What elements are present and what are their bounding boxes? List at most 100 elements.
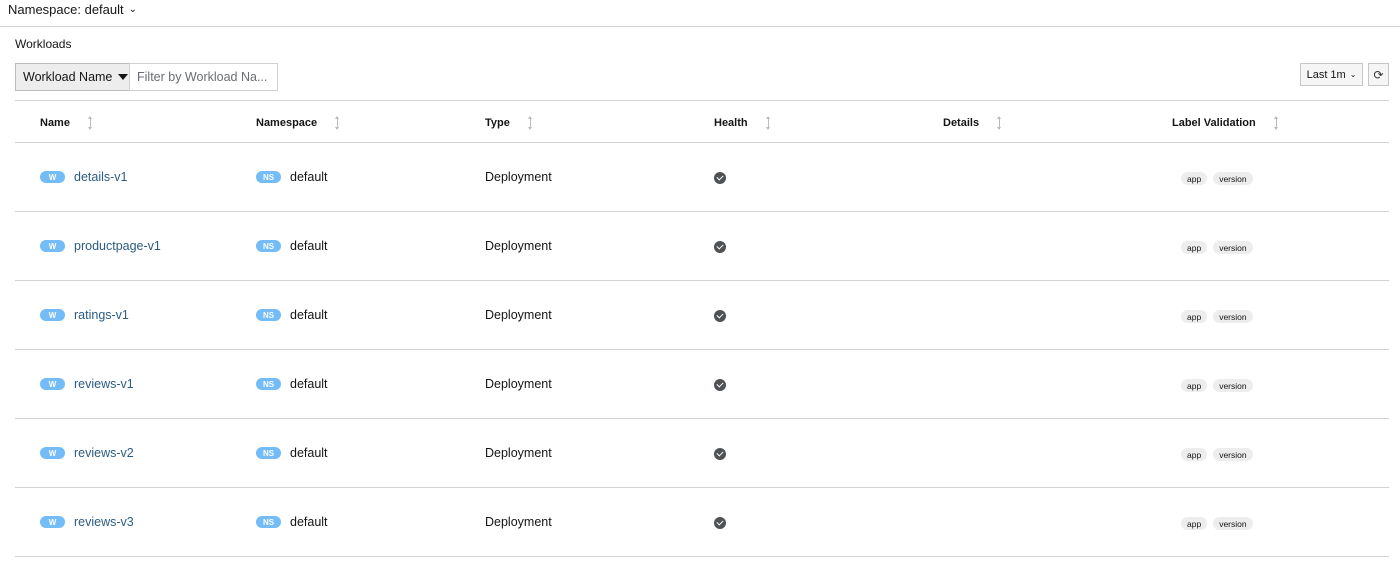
label-validation: app version xyxy=(1181,379,1259,392)
time-range-dropdown[interactable]: Last 1m ⌄ xyxy=(1300,63,1363,86)
page-title: Workloads xyxy=(15,37,72,51)
name-cell: W reviews-v3 xyxy=(40,515,134,529)
name-cell: W productpage-v1 xyxy=(40,239,161,253)
filter-input[interactable] xyxy=(129,63,278,91)
column-header-label: Type xyxy=(485,117,510,129)
caret-down-icon xyxy=(118,74,129,80)
workload-link[interactable]: reviews-v3 xyxy=(74,515,134,529)
workload-link[interactable]: reviews-v1 xyxy=(74,377,134,391)
namespace-cell: NS default xyxy=(256,170,328,184)
type-cell: Deployment xyxy=(485,170,552,184)
column-header-details[interactable]: Details xyxy=(943,116,1004,130)
column-header-label: Details xyxy=(943,117,980,129)
type-cell: Deployment xyxy=(485,308,552,322)
column-header-namespace[interactable]: Namespace xyxy=(256,116,342,130)
namespace-bar: Namespace: default ⌄ xyxy=(0,0,1400,27)
label-chip-version: version xyxy=(1213,517,1253,530)
namespace-value: default xyxy=(290,239,328,253)
type-cell: Deployment xyxy=(485,446,552,460)
refresh-button[interactable]: ⟳ xyxy=(1368,63,1389,86)
workload-badge: W xyxy=(40,240,65,252)
filter-type-label: Workload Name xyxy=(23,70,113,84)
namespace-cell: NS default xyxy=(256,446,328,460)
chevron-down-icon: ⌄ xyxy=(128,4,138,15)
workload-badge: W xyxy=(40,516,65,528)
label-validation: app version xyxy=(1181,517,1259,530)
sort-icon xyxy=(527,116,535,130)
namespace-cell: NS default xyxy=(256,515,328,529)
table-row: W productpage-v1 NS default Deployment a… xyxy=(15,212,1389,281)
column-header-type[interactable]: Type xyxy=(485,116,535,130)
table-row: W details-v1 NS default Deployment app v… xyxy=(15,143,1389,212)
column-header-label: Name xyxy=(40,117,70,129)
sort-icon xyxy=(334,116,342,130)
sort-icon xyxy=(87,116,95,130)
label-chip-app: app xyxy=(1181,517,1208,530)
namespace-badge: NS xyxy=(256,240,281,252)
workload-link[interactable]: reviews-v2 xyxy=(74,446,134,460)
namespace-value: default xyxy=(290,446,328,460)
refresh-icon: ⟳ xyxy=(1373,67,1384,82)
namespace-badge: NS xyxy=(256,516,281,528)
type-cell: Deployment xyxy=(485,515,552,529)
sort-icon xyxy=(996,116,1004,130)
namespace-cell: NS default xyxy=(256,308,328,322)
namespace-value: default xyxy=(290,308,328,322)
namespace-cell: NS default xyxy=(256,239,328,253)
namespace-value: default xyxy=(290,170,328,184)
workload-badge: W xyxy=(40,171,65,183)
namespace-badge: NS xyxy=(256,447,281,459)
label-chip-version: version xyxy=(1213,448,1253,461)
table-row: W reviews-v1 NS default Deployment app v… xyxy=(15,350,1389,419)
name-cell: W details-v1 xyxy=(40,170,128,184)
label-chip-version: version xyxy=(1213,172,1253,185)
label-chip-version: version xyxy=(1213,379,1253,392)
time-range-label: Last 1m xyxy=(1306,68,1346,81)
column-header-name[interactable]: Name xyxy=(40,116,95,130)
type-cell: Deployment xyxy=(485,377,552,391)
column-header-label-validation[interactable]: Label Validation xyxy=(1172,116,1281,130)
workload-badge: W xyxy=(40,447,65,459)
health-ok-icon[interactable] xyxy=(714,172,726,184)
type-cell: Deployment xyxy=(485,239,552,253)
label-chip-app: app xyxy=(1181,241,1208,254)
label-chip-app: app xyxy=(1181,379,1208,392)
filter-toolbar: Workload Name xyxy=(15,63,278,91)
health-ok-icon[interactable] xyxy=(714,517,726,529)
workload-link[interactable]: ratings-v1 xyxy=(74,308,129,322)
label-chip-app: app xyxy=(1181,448,1208,461)
table-row: W reviews-v3 NS default Deployment app v… xyxy=(15,488,1389,557)
column-header-health[interactable]: Health xyxy=(714,116,773,130)
workload-badge: W xyxy=(40,378,65,390)
name-cell: W reviews-v2 xyxy=(40,446,134,460)
label-chip-app: app xyxy=(1181,172,1208,185)
table-row: W reviews-v2 NS default Deployment app v… xyxy=(15,419,1389,488)
namespace-value: default xyxy=(290,377,328,391)
label-chip-app: app xyxy=(1181,310,1208,323)
health-ok-icon[interactable] xyxy=(714,448,726,460)
namespace-selector[interactable]: Namespace: default ⌄ xyxy=(8,2,137,17)
label-validation: app version xyxy=(1181,448,1259,461)
health-ok-icon[interactable] xyxy=(714,241,726,253)
sort-icon xyxy=(765,116,773,130)
workload-link[interactable]: productpage-v1 xyxy=(74,239,161,253)
label-validation: app version xyxy=(1181,172,1259,185)
chevron-down-icon: ⌄ xyxy=(1349,70,1357,79)
label-chip-version: version xyxy=(1213,310,1253,323)
namespace-cell: NS default xyxy=(256,377,328,391)
column-header-label: Health xyxy=(714,117,748,129)
table-header: Name Namespace Type Health Details Label… xyxy=(15,100,1389,143)
name-cell: W ratings-v1 xyxy=(40,308,129,322)
health-ok-icon[interactable] xyxy=(714,379,726,391)
label-validation: app version xyxy=(1181,241,1259,254)
label-validation: app version xyxy=(1181,310,1259,323)
health-ok-icon[interactable] xyxy=(714,310,726,322)
workload-link[interactable]: details-v1 xyxy=(74,170,128,184)
table-row: W ratings-v1 NS default Deployment app v… xyxy=(15,281,1389,350)
namespace-badge: NS xyxy=(256,309,281,321)
filter-type-dropdown[interactable]: Workload Name xyxy=(15,63,129,91)
sort-icon xyxy=(1273,116,1281,130)
name-cell: W reviews-v1 xyxy=(40,377,134,391)
workloads-table: Name Namespace Type Health Details Label… xyxy=(15,100,1389,557)
column-header-label: Label Validation xyxy=(1172,117,1256,129)
